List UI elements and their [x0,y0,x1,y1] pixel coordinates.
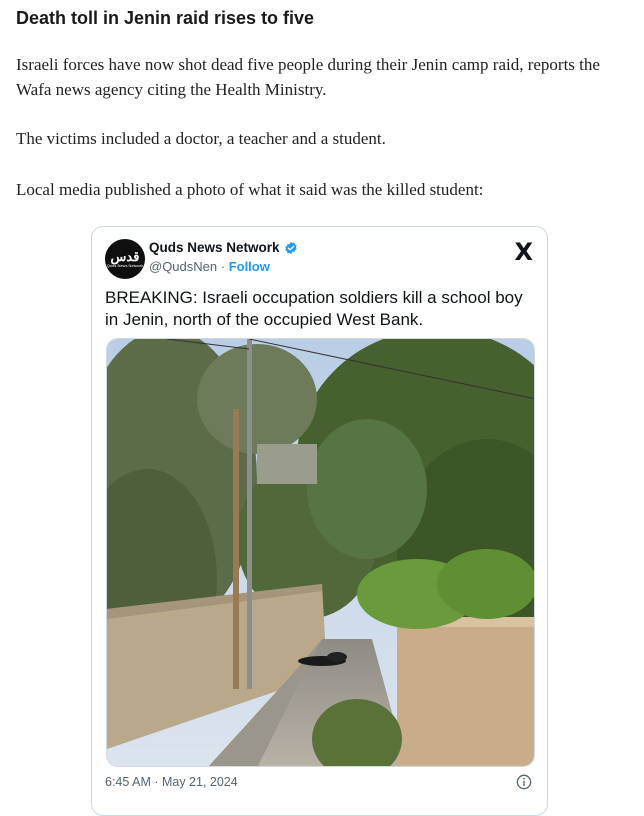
avatar-logo-subtext: Quds News Network [106,263,144,268]
account-handle[interactable]: @QudsNen [149,259,217,274]
embedded-tweet[interactable]: قدس Quds News Network Quds News Network … [91,226,548,816]
tweet-photo[interactable] [106,338,535,767]
follow-button[interactable]: Follow [229,259,270,274]
info-icon[interactable] [516,774,532,790]
avatar-logo-text: قدس [110,249,140,264]
account-name[interactable]: Quds News Network [149,240,298,255]
paragraph-photo-intro: Local media published a photo of what it… [16,180,484,199]
tweet-timestamp[interactable]: 6:45 AM · May 21, 2024 [105,775,238,789]
x-logo-icon[interactable]: X [514,238,533,266]
verified-badge-icon [284,241,297,254]
tweet-text: BREAKING: Israeli occupation soldiers ki… [105,288,523,329]
alley-photo-image [107,339,534,766]
paragraph-death-toll: Israeli forces have now shot dead five p… [16,55,600,99]
handle-row: @QudsNen · Follow [149,259,270,274]
account-name-label[interactable]: Quds News Network [149,240,280,255]
handle-separator: · [217,259,229,274]
live-blog-entry: Death toll in Jenin raid rises to five I… [0,0,644,816]
paragraph-victims: The victims included a doctor, a teacher… [16,129,386,148]
avatar[interactable]: قدس Quds News Network [105,239,145,279]
entry-headline: Death toll in Jenin raid rises to five [16,8,315,28]
